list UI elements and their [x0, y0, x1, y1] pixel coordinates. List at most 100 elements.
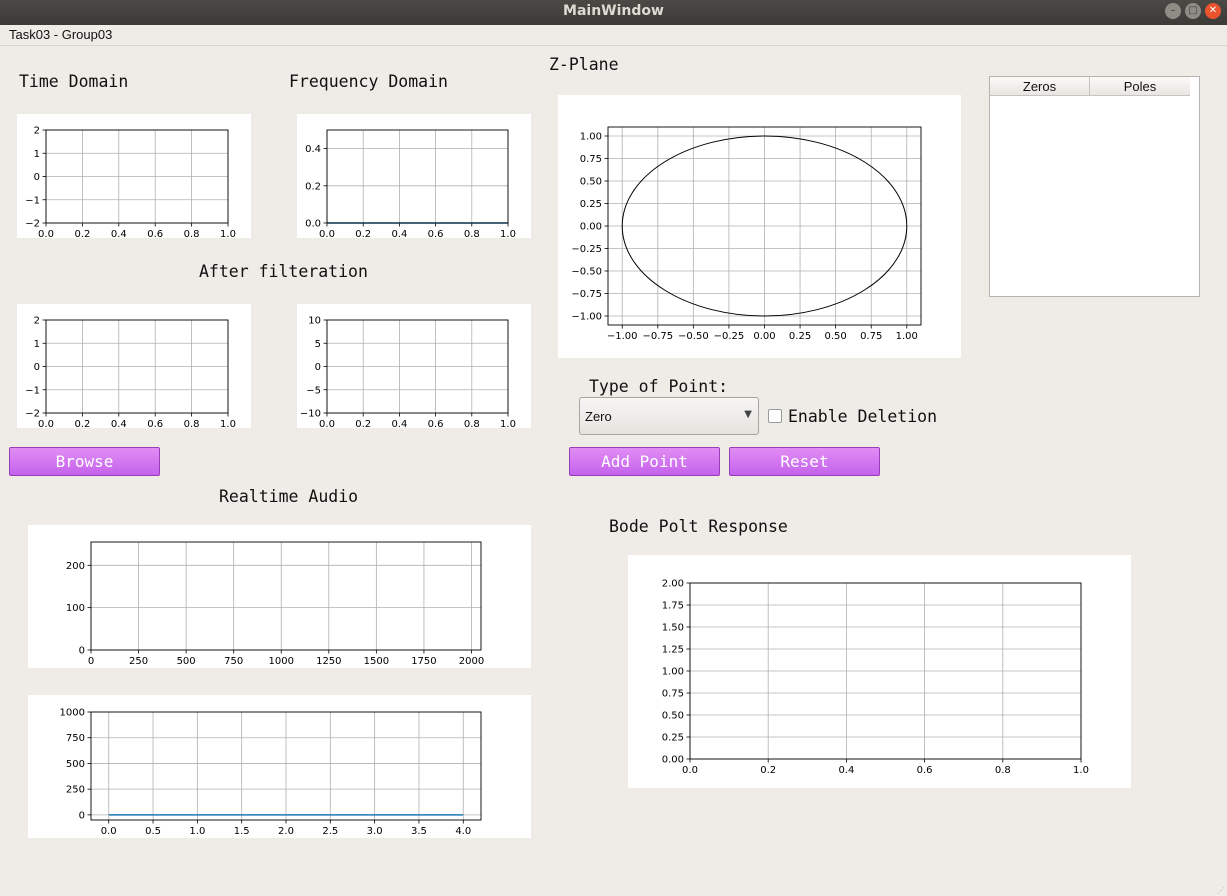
add-point-button[interactable]: Add Point — [569, 447, 720, 476]
x-tick-label: 1.0 — [189, 826, 205, 837]
x-tick-label: 0.8 — [464, 229, 480, 238]
z-plane-plot[interactable]: −1.00 −0.75 −0.50 −0.25 0.00 0.25 0.50 0.75 1.00… — [558, 95, 961, 358]
x-tick-label: 0.75 — [860, 331, 882, 342]
y-tick-label: 5 — [315, 339, 321, 350]
y-tick-label: 750 — [66, 733, 85, 744]
chart-svg: 0.0 0.5 1.0 1.5 2.0 2.5 3.0 3.5 4.0 1000 750 500 250… — [60, 708, 482, 837]
chart-svg: 0.0 0.2 0.4 0.6 0.8 1.0 2 1 0 −1 −2 — [25, 126, 236, 239]
x-tick-label: 3.0 — [367, 826, 383, 837]
window-title: MainWindow — [563, 3, 664, 19]
y-tick-label: 0.50 — [580, 177, 602, 188]
realtime-audio-plot[interactable]: 0 250 500 750 1000 1250 1500 1750 2000 200 100 0 — [28, 525, 531, 668]
x-tick-label: 0.0 — [38, 419, 54, 428]
y-tick-label: 0.25 — [580, 199, 602, 210]
menu-task[interactable]: Task03 - Group03 — [9, 27, 112, 42]
y-tick-label: 1 — [34, 339, 40, 350]
chart-svg: 0.0 0.2 0.4 0.6 0.8 1.0 2.00 1.75 1.50 1.25 1.00 0.… — [662, 579, 1089, 777]
realtime-audio-plot-2[interactable]: 0.0 0.5 1.0 1.5 2.0 2.5 3.0 3.5 4.0 1000 750 500 250… — [28, 695, 531, 838]
y-tick-label: −0.50 — [571, 267, 602, 278]
y-tick-label: −1.00 — [571, 312, 602, 323]
chart-svg: 0 250 500 750 1000 1250 1500 1750 20002001000 — [66, 541, 484, 667]
x-tick-label: −0.50 — [678, 331, 709, 342]
resize-grip-icon[interactable]: ⋰ — [1217, 886, 1225, 895]
x-tick-label: 1.0 — [220, 419, 236, 428]
x-tick-label: 0.2 — [74, 419, 90, 428]
x-tick-label: 0.4 — [838, 765, 854, 776]
reset-button[interactable]: Reset — [729, 447, 880, 476]
point-type-value: Zero — [585, 409, 612, 424]
x-tick-label: 1750 — [411, 656, 436, 667]
y-tick-label: 500 — [66, 759, 85, 770]
x-tick-label: 1.0 — [500, 229, 516, 238]
axes-frame — [90, 541, 482, 651]
x-tick-label: 1.0 — [1073, 765, 1089, 776]
y-tick-label: 200 — [66, 561, 85, 572]
y-tick-label: 1.00 — [662, 667, 684, 678]
chart-svg: 0.0 0.2 0.4 0.6 0.8 1.0 0.4 0.2 0.0 — [305, 129, 516, 238]
y-tick-label: 1 — [34, 149, 40, 160]
point-type-select[interactable]: Zero ▼ — [579, 397, 759, 435]
z-plane-label: Z-Plane — [549, 55, 619, 74]
filtered-frequency-plot[interactable]: 0.0 0.2 0.4 0.6 0.8 1.0 10 5 0 −5 −10 — [297, 304, 531, 428]
enable-deletion-label[interactable]: Enable Deletion — [788, 407, 937, 426]
x-tick-label: 0.2 — [760, 765, 776, 776]
y-tick-label: 1000 — [60, 708, 85, 719]
y-tick-label: −1 — [25, 195, 40, 206]
x-tick-label: 0.25 — [789, 331, 811, 342]
filtered-time-plot[interactable]: 0.0 0.2 0.4 0.6 0.8 1.0 2 1 0 −1 −2 — [17, 304, 251, 428]
y-tick-label: 1.00 — [580, 132, 602, 143]
y-tick-label: 1.25 — [662, 645, 684, 656]
x-tick-label: 2000 — [459, 656, 484, 667]
x-tick-label: 4.0 — [455, 826, 471, 837]
minimize-icon[interactable]: – — [1165, 3, 1181, 19]
y-tick-label: 2 — [34, 316, 40, 327]
y-tick-label: 0.25 — [662, 733, 684, 744]
x-tick-label: 0.8 — [184, 229, 200, 238]
y-tick-label: 100 — [66, 603, 85, 614]
close-icon[interactable]: ✕ — [1205, 3, 1221, 19]
y-tick-label: 2 — [34, 126, 40, 137]
y-tick-label: 0 — [79, 646, 85, 657]
y-tick-label: 2.00 — [662, 579, 684, 590]
y-tick-label: −5 — [306, 385, 321, 396]
enable-deletion-checkbox[interactable] — [768, 409, 782, 423]
x-tick-label: 3.5 — [411, 826, 427, 837]
x-tick-label: 2.5 — [322, 826, 338, 837]
x-tick-label: 250 — [129, 656, 148, 667]
y-tick-label: 0 — [34, 362, 40, 373]
x-tick-label: 0.0 — [38, 229, 54, 238]
table-header-poles[interactable]: Poles — [1090, 77, 1190, 96]
x-tick-label: 0.2 — [355, 419, 371, 428]
y-tick-label: 0.50 — [662, 711, 684, 722]
frequency-domain-plot[interactable]: 0.0 0.2 0.4 0.6 0.8 1.0 0.4 0.2 0.0 — [297, 114, 531, 238]
y-tick-label: 0.00 — [580, 222, 602, 233]
x-tick-label: 0 — [88, 656, 94, 667]
y-tick-label: 0.0 — [305, 219, 321, 230]
realtime-audio-label: Realtime Audio — [219, 487, 359, 506]
time-domain-plot[interactable]: 0.0 0.2 0.4 0.6 0.8 1.0 2 1 0 −1 −2 — [17, 114, 251, 238]
x-tick-label: 0.0 — [319, 419, 335, 428]
x-tick-label: 0.5 — [145, 826, 161, 837]
x-tick-label: 0.50 — [825, 331, 847, 342]
y-tick-label: −2 — [25, 219, 40, 230]
y-tick-label: −0.75 — [571, 289, 602, 300]
x-tick-label: 1000 — [269, 656, 294, 667]
y-tick-label: −1 — [25, 385, 40, 396]
y-tick-label: −2 — [25, 409, 40, 420]
x-tick-label: 0.4 — [391, 419, 407, 428]
y-tick-label: 0.2 — [305, 181, 321, 192]
zeros-poles-table[interactable]: Zeros Poles — [989, 76, 1200, 297]
y-tick-label: −10 — [300, 409, 321, 420]
maximize-icon[interactable]: □ — [1185, 3, 1201, 19]
chart-svg: 0.0 0.2 0.4 0.6 0.8 1.0 10 5 0 −5 −10 — [300, 316, 516, 429]
time-domain-label: Time Domain — [19, 72, 129, 91]
y-tick-label: 10 — [308, 316, 321, 327]
browse-button[interactable]: Browse — [9, 447, 160, 476]
table-header-zeros[interactable]: Zeros — [990, 77, 1090, 96]
y-tick-label: 1.50 — [662, 623, 684, 634]
x-tick-label: 0.8 — [464, 419, 480, 428]
x-tick-label: 0.2 — [74, 229, 90, 238]
x-tick-label: 0.6 — [147, 419, 163, 428]
after-filteration-label: After filteration — [199, 262, 368, 281]
bode-plot[interactable]: 0.0 0.2 0.4 0.6 0.8 1.0 2.00 1.75 1.50 1.25 1.00 0.… — [628, 555, 1131, 788]
